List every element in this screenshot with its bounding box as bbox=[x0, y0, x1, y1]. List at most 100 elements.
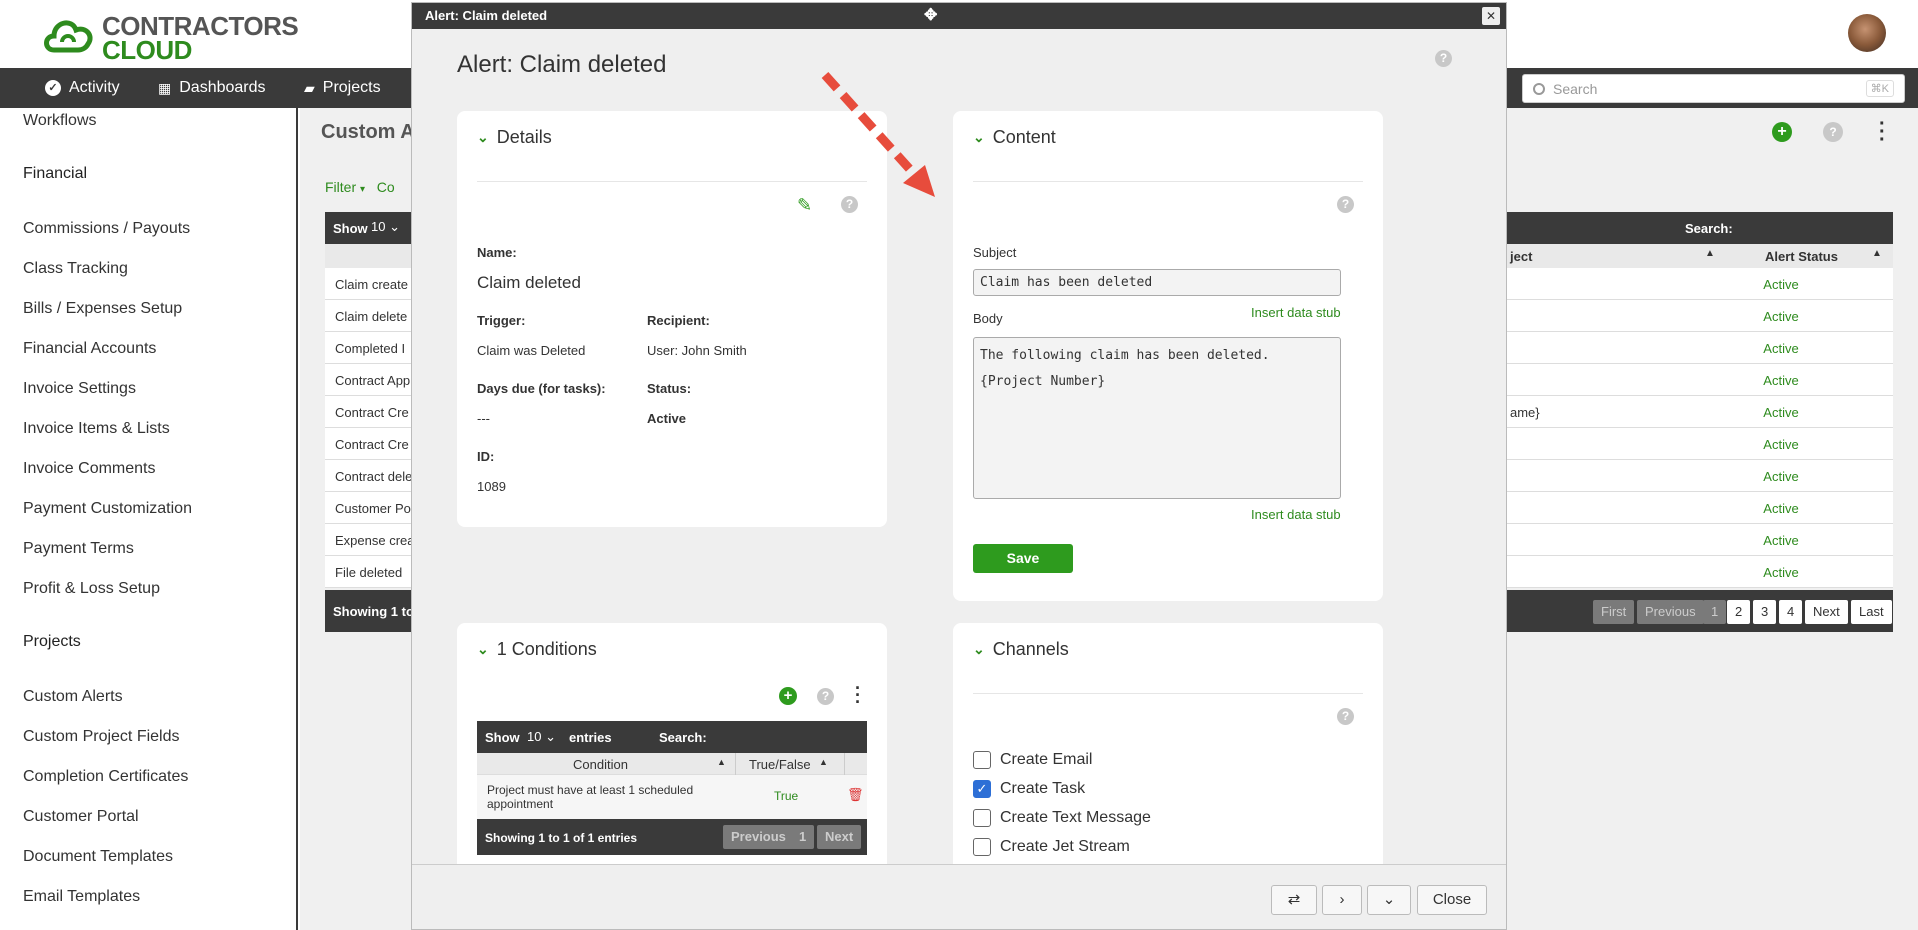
conditions-help-icon[interactable]: ? bbox=[817, 687, 834, 705]
modal-titlebar[interactable]: Alert: Claim deleted ✥ ✕ bbox=[412, 3, 1506, 29]
page-2[interactable]: 2 bbox=[1727, 600, 1751, 624]
alert-name-cell: Customer Po bbox=[335, 501, 411, 516]
modal-heading: Alert: Claim deleted bbox=[457, 51, 667, 78]
col-condition[interactable]: Condition bbox=[573, 757, 628, 772]
show-select[interactable]: 10 ⌄ bbox=[371, 219, 400, 235]
sidebar-heading-projects: Projects bbox=[23, 633, 81, 650]
move-cursor-icon: ✥ bbox=[924, 7, 938, 24]
page-previous[interactable]: Previous bbox=[1637, 600, 1704, 624]
nav-projects[interactable]: ▰ Projects bbox=[304, 68, 381, 108]
page-1[interactable]: 1 bbox=[791, 825, 815, 849]
search-shortcut: ⌘K bbox=[1865, 80, 1894, 97]
details-header[interactable]: ⌄ Details bbox=[477, 127, 552, 148]
alert-status-cell: Active bbox=[1763, 469, 1799, 484]
sort-icon[interactable]: ▲ bbox=[819, 757, 828, 767]
col-alert-status[interactable]: Alert Status bbox=[1765, 249, 1838, 264]
page-last[interactable]: Last bbox=[1851, 600, 1892, 624]
divider bbox=[973, 181, 1363, 182]
col-true-false[interactable]: True/False bbox=[749, 757, 811, 772]
logo-line2: CLOUD bbox=[102, 35, 192, 65]
col-project[interactable]: ject bbox=[1510, 249, 1532, 264]
sidebar-item-custom-alerts[interactable]: Custom Alerts bbox=[23, 688, 123, 706]
sidebar-item-custom-project-fields[interactable]: Custom Project Fields bbox=[23, 728, 180, 746]
show-value: 10 bbox=[527, 729, 542, 744]
sidebar-item-workflows[interactable]: Workflows bbox=[23, 112, 97, 130]
body-textarea[interactable]: The following claim has been deleted. {P… bbox=[973, 337, 1341, 499]
create-task-label: Create Task bbox=[1000, 780, 1086, 797]
trash-icon[interactable]: 🗑 bbox=[847, 787, 864, 803]
sidebar-item-payment-terms[interactable]: Payment Terms bbox=[23, 540, 134, 558]
content-help-icon[interactable]: ? bbox=[1337, 195, 1354, 213]
page-1[interactable]: 1 bbox=[1703, 600, 1727, 624]
background-page-title: Custom A bbox=[321, 121, 415, 143]
insert-data-stub-link[interactable]: Insert data stub bbox=[1251, 507, 1341, 522]
sidebar-item-invoice-comments[interactable]: Invoice Comments bbox=[23, 460, 156, 478]
more-vertical-icon[interactable]: · · · bbox=[1879, 114, 1886, 150]
chevron-down-icon: ⌄ bbox=[973, 641, 985, 657]
sidebar-item-bills-expenses[interactable]: Bills / Expenses Setup bbox=[23, 300, 182, 318]
nav-activity[interactable]: ✓ Activity bbox=[45, 68, 120, 108]
create-text-message-checkbox[interactable]: Create Text Message bbox=[973, 809, 1151, 827]
show-select[interactable]: 10 ⌄ bbox=[527, 729, 556, 745]
background-filter-button[interactable]: Filter ▾ Co bbox=[325, 179, 395, 195]
global-search-input[interactable]: Search ⌘K bbox=[1522, 74, 1905, 103]
subject-input[interactable]: Claim has been deleted bbox=[973, 269, 1341, 296]
page-previous[interactable]: Previous bbox=[723, 825, 794, 849]
page-3[interactable]: 3 bbox=[1753, 600, 1777, 624]
add-alert-icon[interactable]: + bbox=[1772, 122, 1792, 142]
alert-status-cell: Active bbox=[1763, 533, 1799, 548]
add-condition-icon[interactable]: + bbox=[779, 687, 797, 705]
sidebar-item-class-tracking[interactable]: Class Tracking bbox=[23, 260, 128, 278]
divider bbox=[477, 181, 867, 182]
sidebar-item-completion-certificates[interactable]: Completion Certificates bbox=[23, 768, 188, 786]
sort-icon[interactable]: ▲ bbox=[717, 757, 726, 767]
content-header[interactable]: ⌄ Content bbox=[973, 127, 1056, 148]
sidebar-item-invoice-settings[interactable]: Invoice Settings bbox=[23, 380, 136, 398]
conditions-table-toolbar: Show 10 ⌄ entries Search: bbox=[477, 721, 867, 753]
channels-header[interactable]: ⌄ Channels bbox=[973, 639, 1069, 660]
body-label: Body bbox=[973, 311, 1003, 326]
nav-dashboards[interactable]: ▦ Dashboards bbox=[158, 68, 266, 108]
recipient-value: User: John Smith bbox=[647, 343, 747, 358]
sidebar-item-invoice-items[interactable]: Invoice Items & Lists bbox=[23, 420, 170, 438]
sort-icon[interactable]: ▲ bbox=[1705, 248, 1715, 259]
checkbox-icon bbox=[973, 809, 991, 827]
table-row[interactable]: Project must have at least 1 scheduled a… bbox=[477, 775, 867, 819]
create-jet-stream-checkbox[interactable]: Create Jet Stream bbox=[973, 838, 1130, 856]
app-logo[interactable]: CONTRACTORS CLOUD bbox=[42, 12, 299, 63]
alert-name-cell: Contract App bbox=[335, 373, 411, 388]
settings-sidebar: Workflows Financial Commissions / Payout… bbox=[0, 108, 298, 930]
page-next[interactable]: Next bbox=[1805, 600, 1848, 624]
help-icon[interactable]: ? bbox=[1823, 122, 1843, 142]
sidebar-item-customer-portal[interactable]: Customer Portal bbox=[23, 808, 139, 826]
content-title: Content bbox=[992, 127, 1056, 147]
avatar[interactable] bbox=[1848, 14, 1886, 52]
page-next[interactable]: Next bbox=[817, 825, 862, 849]
conditions-header[interactable]: ⌄ 1 Conditions bbox=[477, 639, 597, 660]
annotation-arrow-icon bbox=[821, 71, 935, 197]
sidebar-item-profit-loss[interactable]: Profit & Loss Setup bbox=[23, 580, 160, 598]
page-first[interactable]: First bbox=[1593, 600, 1635, 624]
close-button[interactable]: Close bbox=[1417, 885, 1487, 915]
insert-data-stub-link[interactable]: Insert data stub bbox=[1251, 305, 1341, 320]
edit-pencil-icon[interactable]: ✎ bbox=[797, 195, 812, 216]
sidebar-item-email-templates[interactable]: Email Templates bbox=[23, 888, 140, 906]
modal-help-icon[interactable]: ? bbox=[1435, 49, 1452, 67]
sort-icon[interactable]: ▲ bbox=[1872, 248, 1882, 259]
save-button[interactable]: Save bbox=[973, 544, 1073, 573]
page-4[interactable]: 4 bbox=[1779, 600, 1803, 624]
conditions-table: Show 10 ⌄ entries Search: Condition ▲ Tr… bbox=[477, 721, 867, 855]
sidebar-item-financial-accounts[interactable]: Financial Accounts bbox=[23, 340, 156, 358]
create-task-checkbox[interactable]: ✓ Create Task bbox=[973, 780, 1085, 798]
chevron-down-icon[interactable]: ⌄ bbox=[1367, 885, 1411, 915]
sidebar-item-payment-customization[interactable]: Payment Customization bbox=[23, 500, 192, 518]
more-vertical-icon[interactable]: · · · bbox=[855, 679, 861, 711]
close-icon[interactable]: ✕ bbox=[1482, 7, 1500, 25]
create-email-checkbox[interactable]: Create Email bbox=[973, 751, 1092, 769]
sidebar-item-commissions[interactable]: Commissions / Payouts bbox=[23, 220, 190, 238]
sidebar-item-document-templates[interactable]: Document Templates bbox=[23, 848, 173, 866]
chevron-right-icon[interactable]: › bbox=[1322, 885, 1362, 915]
channels-help-icon[interactable]: ? bbox=[1337, 707, 1354, 725]
swap-arrows-icon[interactable]: ⇄ bbox=[1271, 885, 1317, 915]
id-label: ID: bbox=[477, 449, 495, 464]
